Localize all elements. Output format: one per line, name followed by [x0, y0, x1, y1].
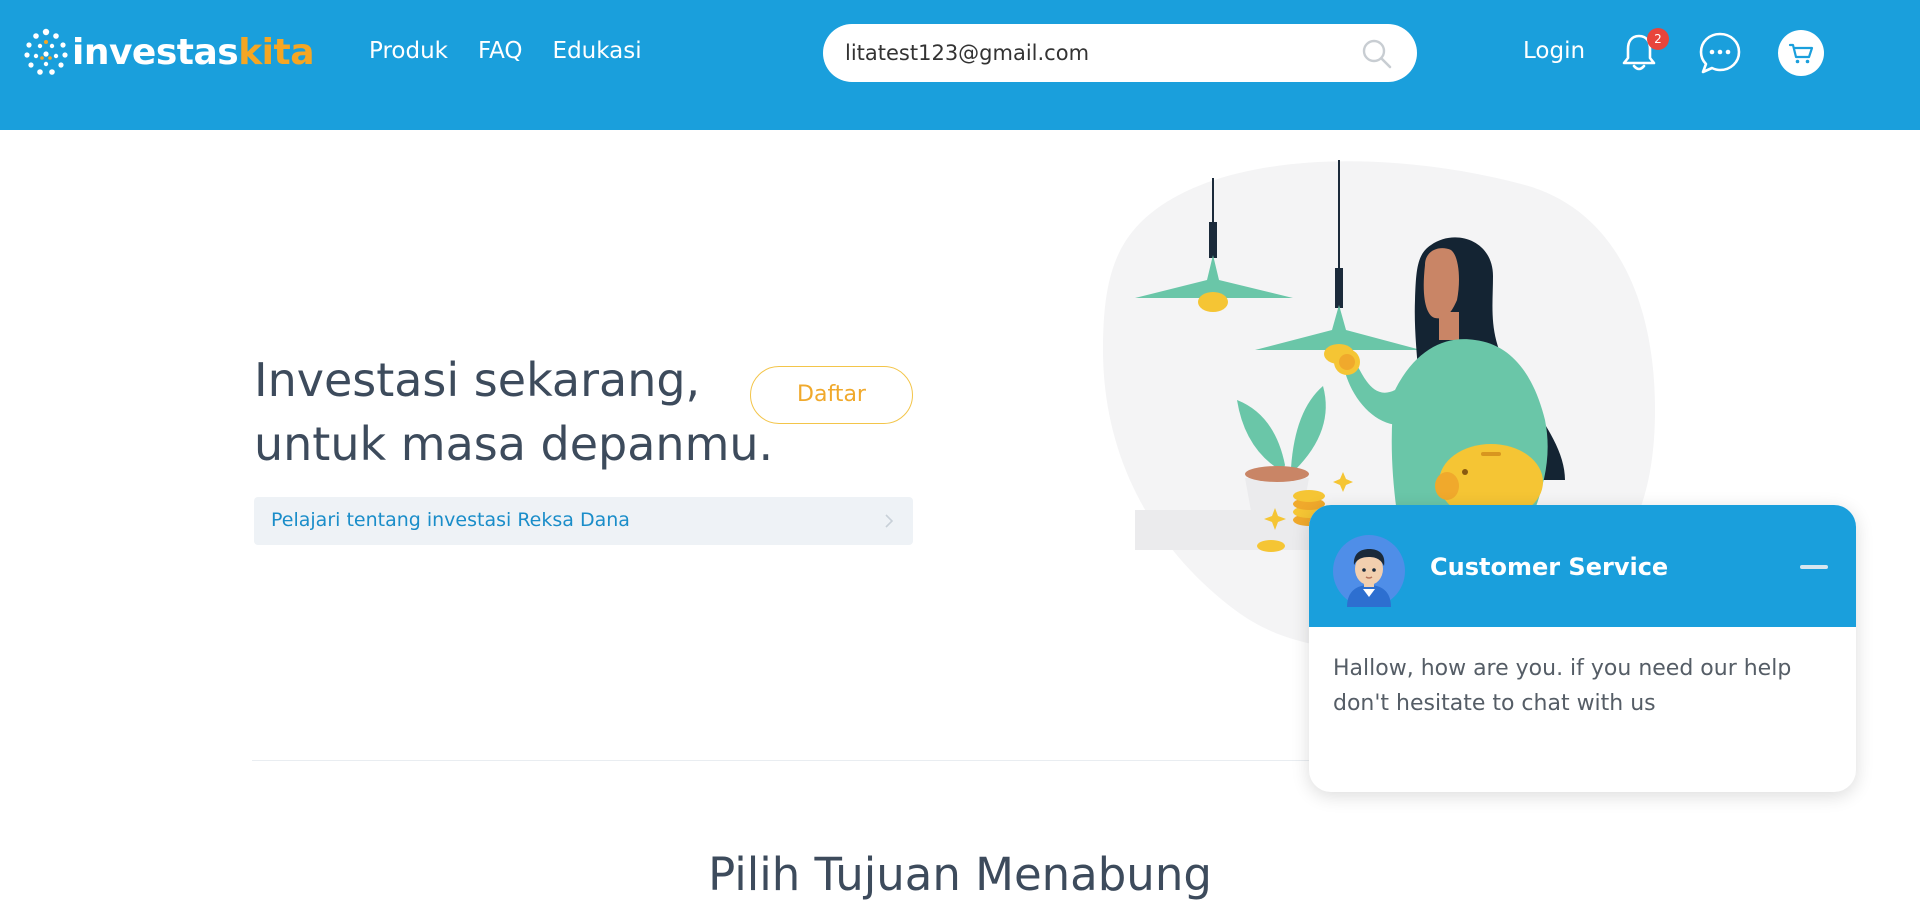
logo-wordmark: investaskita: [72, 31, 315, 73]
logo-text-accent: kita: [238, 31, 315, 73]
nav-item-produk[interactable]: Produk: [369, 38, 448, 64]
arrow-right-icon: [885, 514, 894, 528]
main-nav: Produk FAQ Edukasi: [369, 38, 642, 64]
customer-service-widget: Customer Service Hallow, how are you. if…: [1309, 505, 1856, 792]
cs-greeting-message: Hallow, how are you. if you need our hel…: [1333, 656, 1792, 716]
section-divider: [252, 760, 1322, 761]
login-link[interactable]: Login: [1523, 38, 1585, 64]
nav-item-edukasi[interactable]: Edukasi: [553, 38, 642, 64]
notification-badge: 2: [1647, 28, 1669, 50]
search-icon[interactable]: [1361, 38, 1393, 70]
hero-title-line2: untuk masa depanmu.: [254, 417, 774, 471]
hero-title-line1: Investasi sekarang,: [254, 353, 701, 407]
learn-reksa-dana-link[interactable]: Pelajari tentang investasi Reksa Dana: [254, 497, 913, 545]
learn-link-label: Pelajari tentang investasi Reksa Dana: [271, 509, 630, 531]
register-button[interactable]: Daftar: [750, 366, 913, 424]
cart-icon[interactable]: [1778, 30, 1824, 76]
search-input[interactable]: [845, 32, 1335, 74]
agent-avatar-icon: [1333, 535, 1405, 607]
nav-item-faq[interactable]: FAQ: [478, 38, 523, 64]
hero-title: Investasi sekarang, untuk masa depanmu.: [254, 348, 773, 476]
chat-bubble-icon[interactable]: [1697, 30, 1743, 76]
minimize-button[interactable]: [1800, 565, 1828, 569]
cs-title: Customer Service: [1430, 553, 1669, 581]
logo[interactable]: investaskita: [22, 26, 315, 78]
logo-text-main: investas: [72, 31, 239, 73]
top-header: investaskita Produk FAQ Edukasi Login 2: [0, 0, 1920, 130]
section-title: Pilih Tujuan Menabung: [708, 848, 1212, 901]
search-box: [823, 24, 1417, 82]
logo-dots-icon: [24, 28, 68, 75]
cs-header: Customer Service: [1309, 505, 1856, 627]
